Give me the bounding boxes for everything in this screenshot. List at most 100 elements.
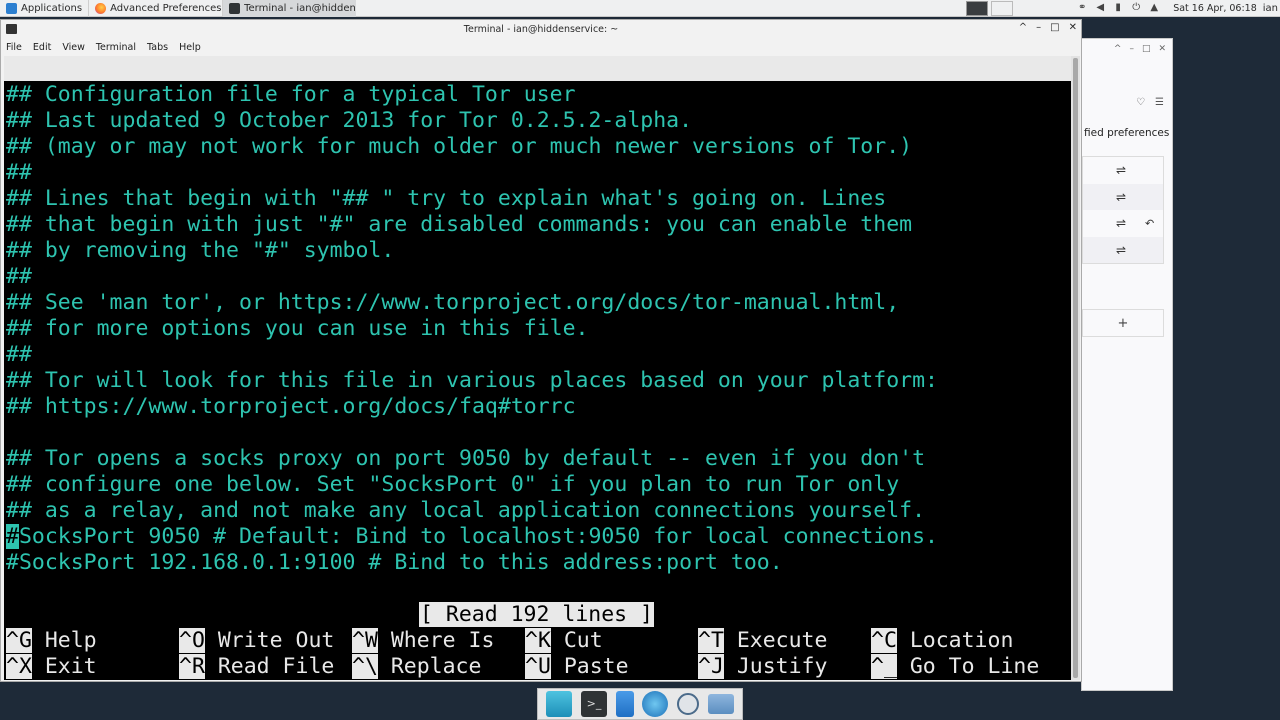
menu-terminal[interactable]: Terminal (96, 42, 136, 53)
add-pref-button[interactable]: + (1082, 309, 1164, 337)
terminal-scrollbar[interactable] (1071, 56, 1080, 680)
file-line: ## https://www.torproject.org/docs/faq#t… (6, 394, 576, 419)
panel-workspace-switcher[interactable] (991, 0, 1014, 16)
terminal-window[interactable]: Terminal - ian@hiddenservice: ~ ^ – □ ✕ … (0, 19, 1082, 682)
shortcut-label: Help (31, 628, 97, 653)
show-desktop-icon[interactable] (546, 691, 573, 717)
menu-tabs[interactable]: Tabs (147, 42, 168, 53)
dock: >_ (537, 688, 743, 720)
pocket-icon[interactable]: ♡ (1136, 97, 1145, 108)
pref-row[interactable]: ⇌ (1083, 183, 1163, 210)
status-message: [ Read 192 lines ] (419, 602, 654, 627)
pref-row[interactable]: ⇌ (1083, 236, 1163, 263)
shortcut-write-out[interactable]: ^O Write Out (179, 628, 334, 654)
file-line: ## Lines that begin with "## " try to ex… (6, 186, 887, 211)
shortcut-key: ^J (698, 654, 724, 679)
panel-right: ⚭ ◀ ▮ ⏻ ▲ Sat 16 Apr, 06:18 ian (963, 0, 1280, 17)
app-finder-icon[interactable] (676, 693, 699, 715)
applications-menu-button[interactable]: Applications (0, 0, 88, 17)
file-line: ## that begin with just "#" are disabled… (6, 212, 913, 237)
volume-icon[interactable]: ◀ (1094, 3, 1106, 13)
terminal-title: Terminal - ian@hiddenservice: ~ (463, 23, 619, 35)
web-browser-icon[interactable] (642, 691, 669, 717)
scrollbar-thumb[interactable] (1073, 58, 1078, 678)
task-firefox[interactable]: Advanced Preferences ... (88, 0, 222, 17)
file-line: ## configure one below. Set "SocksPort 0… (6, 472, 900, 497)
window-controls: ^ – □ ✕ (1019, 22, 1077, 33)
firefox-titlebar: ^ – □ ✕ (1082, 39, 1172, 59)
network-icon[interactable]: ⚭ (1076, 3, 1088, 13)
shortcut-replace[interactable]: ^\ Replace (352, 654, 481, 680)
shortcut-label: Replace (377, 654, 482, 679)
ff-restore-icon[interactable]: □ (1142, 44, 1151, 54)
nano-header: GNU nano 5.4 /etc/tor/torrc (4, 56, 1071, 131)
file-line: ## See 'man tor', or https://www.torproj… (6, 290, 900, 315)
file-line: ## for more options you can use in this … (6, 316, 589, 341)
shortcut-key: ^T (698, 628, 724, 653)
file-line: ## (6, 160, 32, 185)
shortcut-label: Paste (550, 654, 629, 679)
shortcut-cut[interactable]: ^K Cut (525, 628, 603, 654)
shortcut-help[interactable]: ^G Help (6, 628, 97, 654)
folder-icon[interactable] (707, 694, 734, 714)
menu-help[interactable]: Help (179, 42, 201, 53)
file-line-text: SocksPort 9050 # Default: Bind to localh… (18, 524, 938, 549)
shade-icon[interactable]: ^ (1019, 22, 1027, 33)
shortcut-where-is[interactable]: ^W Where Is (352, 628, 494, 654)
shortcut-read-file[interactable]: ^R Read File (179, 654, 334, 680)
toggle-icon[interactable]: ⇌ (1116, 216, 1126, 230)
shortcut-justify[interactable]: ^J Justify (698, 654, 827, 680)
ff-close-icon[interactable]: ✕ (1158, 44, 1166, 54)
toggle-icon[interactable]: ⇌ (1116, 163, 1126, 177)
file-line: ## (6, 342, 32, 367)
power-icon[interactable]: ⏻ (1130, 3, 1142, 13)
terminal-launcher-icon[interactable]: >_ (580, 691, 607, 717)
shortcut-go-to-line[interactable]: ^_ Go To Line (871, 654, 1039, 680)
terminal-titlebar[interactable]: Terminal - ian@hiddenservice: ~ ^ – □ ✕ (1, 20, 1081, 38)
shortcut-label: Read File (204, 654, 335, 679)
shortcut-key: ^U (525, 654, 551, 679)
toggle-icon[interactable]: ⇌ (1116, 243, 1126, 257)
pref-row[interactable]: ⇌ (1083, 157, 1163, 184)
shortcut-exit[interactable]: ^X Exit (6, 654, 97, 680)
pref-row[interactable]: ⇌ ↶ (1083, 210, 1163, 237)
menu-icon[interactable]: ☰ (1155, 97, 1164, 108)
close-icon[interactable]: ✕ (1069, 22, 1077, 33)
shortcut-label: Execute (723, 628, 828, 653)
shortcut-key: ^R (179, 654, 205, 679)
applications-icon (6, 2, 17, 14)
file-manager-icon[interactable] (615, 691, 634, 717)
clock[interactable]: Sat 16 Apr, 06:18 (1173, 3, 1257, 14)
file-line: ## by removing the "#" symbol. (6, 238, 395, 263)
shortcut-execute[interactable]: ^T Execute (698, 628, 827, 654)
reset-icon[interactable]: ↶ (1145, 217, 1154, 230)
file-line: ## (6, 264, 32, 289)
ff-minimize-icon[interactable]: – (1129, 44, 1134, 54)
shortcut-key: ^C (871, 628, 897, 653)
menu-file[interactable]: File (6, 42, 22, 53)
battery-icon[interactable]: ▮ (1112, 3, 1124, 13)
shortcut-paste[interactable]: ^U Paste (525, 654, 629, 680)
toggle-icon[interactable]: ⇌ (1116, 190, 1126, 204)
menu-view[interactable]: View (62, 42, 85, 53)
terminal-screen[interactable]: GNU nano 5.4 /etc/tor/torrc ## Configura… (4, 56, 1071, 680)
firefox-window[interactable]: ^ – □ ✕ ♡ ☰ fied preferences ⇌ ⇌ ⇌ ↶ ⇌ + (1081, 38, 1173, 691)
shortcut-key: ^O (179, 628, 205, 653)
notification-icon[interactable]: ▲ (1148, 3, 1160, 13)
file-line: ## Tor will look for this file in variou… (6, 368, 938, 393)
task-terminal[interactable]: Terminal - ian@hiddens... (222, 0, 357, 17)
file-line: ## Configuration file for a typical Tor … (6, 82, 576, 107)
menu-edit[interactable]: Edit (33, 42, 51, 53)
user-menu[interactable]: ian (1263, 3, 1278, 14)
terminal-icon (229, 2, 241, 14)
shortcut-label: Go To Line (896, 654, 1040, 679)
shortcut-location[interactable]: ^C Location (871, 628, 1013, 654)
terminal-menubar: File Edit View Terminal Tabs Help (1, 38, 1081, 56)
shortcut-key: ^K (525, 628, 551, 653)
panel-terminal-launcher[interactable] (966, 0, 989, 16)
firefox-toolbar: ♡ ☰ (1082, 91, 1172, 113)
shortcut-label: Cut (550, 628, 603, 653)
ff-maximize-icon[interactable]: ^ (1114, 44, 1122, 54)
maximize-icon[interactable]: □ (1050, 22, 1059, 33)
minimize-icon[interactable]: – (1036, 22, 1041, 33)
